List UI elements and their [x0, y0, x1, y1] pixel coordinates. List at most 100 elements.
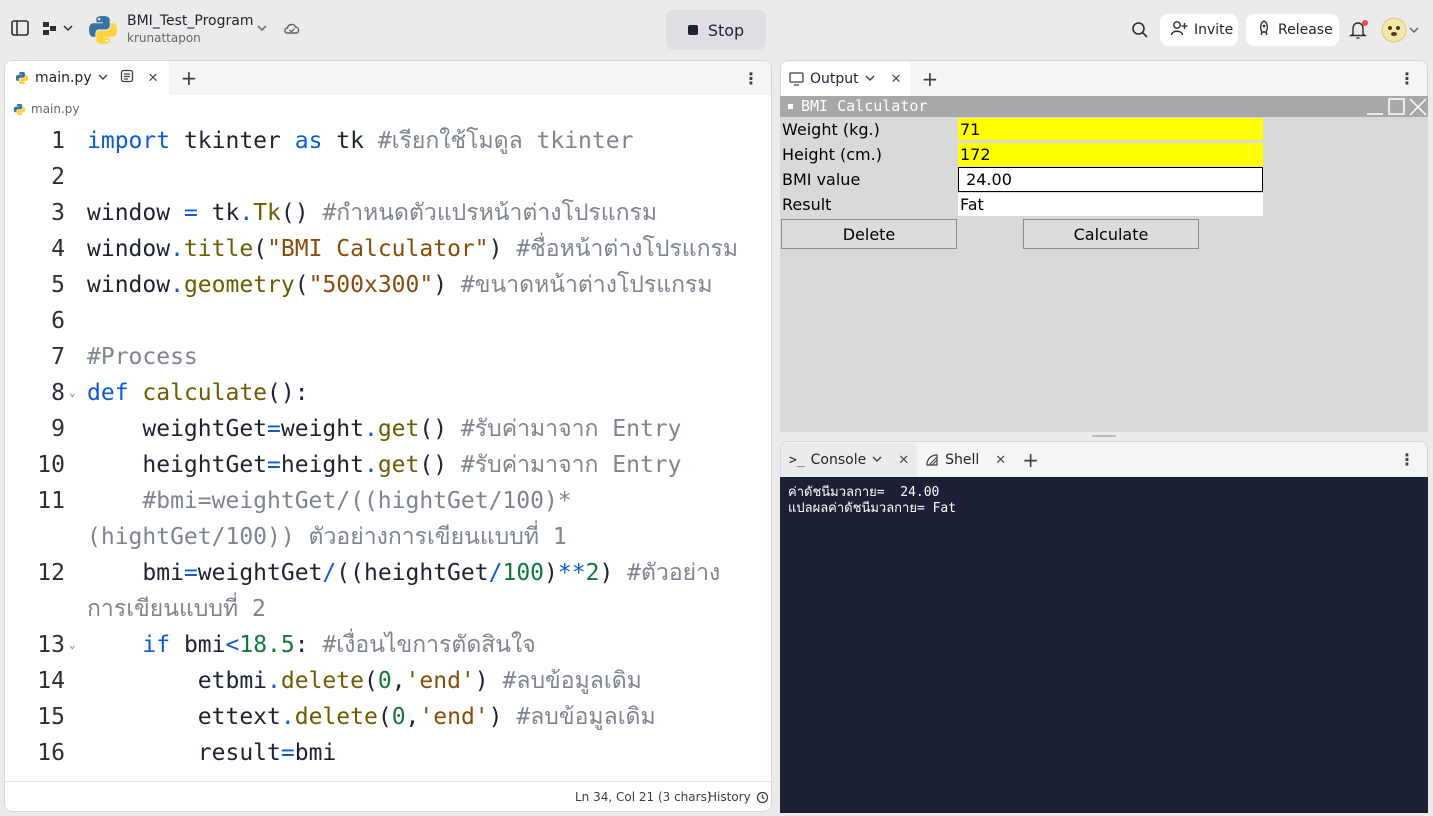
code-text: window.title("BMI Calculator") #ชื่อหน้า… [87, 236, 739, 262]
project-name[interactable]: BMI_Test_Program [127, 13, 253, 29]
release-button-label: Release [1278, 22, 1333, 38]
bmi-label: BMI value [782, 170, 861, 189]
close-icon[interactable]: ✕ [995, 453, 1006, 468]
line-number: 16 [37, 740, 65, 766]
tab-console[interactable]: >_ Console ✕ [781, 443, 918, 477]
code-text: (hightGet/100)) ตัวอย่างการเขียนแบบที่ 1 [87, 524, 567, 550]
bmi-entry[interactable]: 24.00 [958, 167, 1263, 192]
add-tab-icon[interactable]: + [181, 66, 198, 90]
chevron-down-icon[interactable] [98, 70, 108, 86]
line-number: 13 [37, 632, 65, 658]
line-number: 7 [51, 344, 65, 370]
stop-button[interactable]: Stop [666, 10, 766, 50]
cloud-sync-icon[interactable] [283, 20, 301, 41]
code-text: #bmi=weightGet/((hightGet/100)* [142, 488, 572, 514]
line-number: 3 [51, 200, 65, 226]
add-tab-icon[interactable]: + [922, 67, 939, 91]
history-button[interactable]: History [708, 790, 769, 804]
code-line[interactable]: 10 heightGet=height.get() #รับค่ามาจาก E… [5, 447, 771, 483]
bell-icon[interactable] [1348, 20, 1369, 45]
maximize-icon[interactable] [1388, 98, 1406, 120]
avatar[interactable] [1381, 17, 1421, 48]
window-menu-icon[interactable] [788, 104, 793, 109]
invite-button[interactable]: Invite [1160, 14, 1238, 46]
console-output[interactable]: ค่าดัชนีมวลกาย= 24.00 แปลผลค่าดัชนีมวลกา… [780, 477, 1428, 813]
project-owner[interactable]: krunattapon [127, 31, 201, 45]
code-line[interactable]: (hightGet/100)) ตัวอย่างการเขียนแบบที่ 1 [5, 519, 771, 555]
add-tab-icon[interactable]: + [1022, 448, 1039, 472]
history-icon [756, 791, 768, 803]
code-line[interactable]: 4 window.title("BMI Calculator") #ชื่อหน้… [5, 231, 771, 267]
release-button[interactable]: Release [1246, 14, 1339, 46]
code-line[interactable]: การเขียนแบบที่ 2 [5, 591, 771, 627]
code-line[interactable]: 7 #Process [5, 339, 771, 375]
stop-button-label: Stop [707, 20, 745, 40]
history-button-label: History [708, 790, 751, 804]
code-line[interactable]: 14 etbmi.delete(0,'end') #ลบข้อมูลเดิม [5, 663, 771, 699]
calculate-button[interactable]: Calculate [1023, 219, 1199, 249]
chevron-down-icon[interactable] [865, 71, 875, 87]
console-line: ค่าดัชนีมวลกาย= 24.00 [788, 485, 940, 500]
code-line[interactable]: 8 ⌄ def calculate(): [5, 375, 771, 411]
add-user-icon [1170, 20, 1188, 40]
close-icon[interactable]: ✕ [148, 71, 159, 86]
close-window-icon[interactable] [1409, 98, 1427, 120]
line-number: 10 [37, 452, 65, 478]
code-text: window.geometry("500x300") #ขนาดหน้าต่าง… [87, 272, 713, 298]
code-text: result=bmi [87, 740, 337, 766]
chevron-down-icon[interactable] [256, 20, 268, 41]
tab-main-py[interactable]: main.py ✕ [5, 61, 169, 95]
breadcrumb-file[interactable]: main.py [31, 102, 80, 116]
line-number: 11 [37, 488, 65, 514]
result-entry[interactable]: Fat [958, 193, 1263, 216]
more-options-icon[interactable]: ⋮ [1399, 69, 1415, 88]
code-line[interactable]: 9 weightGet=weight.get() #รับค่ามาจาก En… [5, 411, 771, 447]
stop-icon [687, 25, 698, 35]
code-line[interactable]: 2 [5, 159, 771, 195]
close-icon[interactable]: ✕ [898, 453, 909, 468]
line-number: 4 [51, 236, 65, 262]
tab-shell-label: Shell [945, 452, 980, 468]
code-text: ettext.delete(0,'end') #ลบข้อมูลเดิม [87, 704, 656, 730]
sidebar-toggle-icon[interactable] [11, 20, 29, 41]
code-line[interactable]: 16 result=bmi [5, 735, 771, 771]
workspace-menu-icon[interactable] [42, 20, 74, 41]
weight-label: Weight (kg.) [782, 120, 880, 139]
code-editor[interactable]: 1 import tkinter as tk #เรียกใช้โมดูล tki… [5, 123, 771, 811]
cursor-position[interactable]: Ln 34, Col 21 (3 chars) [575, 790, 712, 804]
code-line[interactable]: 15 ettext.delete(0,'end') #ลบข้อมูลเดิม [5, 699, 771, 735]
more-options-icon[interactable]: ⋮ [1399, 450, 1415, 469]
tab-main-py-label: main.py [35, 70, 92, 86]
delete-button[interactable]: Delete [781, 219, 957, 249]
document-icon[interactable] [120, 69, 134, 87]
tab-shell[interactable]: Shell ✕ [917, 443, 1014, 477]
editor-status-bar: Ln 34, Col 21 (3 chars) History [5, 781, 771, 811]
line-number: 15 [37, 704, 65, 730]
code-line[interactable]: 5 window.geometry("500x300") #ขนาดหน้าต่า… [5, 267, 771, 303]
fold-chevron-icon[interactable]: ⌄ [69, 627, 76, 663]
search-icon[interactable] [1131, 21, 1149, 44]
code-line[interactable]: 3 window = tk.Tk() #กำหนดตัวแปรหน้าต่างโป… [5, 195, 771, 231]
fold-chevron-icon[interactable]: ⌄ [69, 375, 76, 411]
code-line[interactable]: 12 bmi=weightGet/((heightGet/100)**2) #ต… [5, 555, 771, 591]
height-entry[interactable]: 172 [958, 143, 1263, 166]
code-text: etbmi.delete(0,'end') #ลบข้อมูลเดิม [87, 668, 642, 694]
minimize-icon[interactable] [1366, 101, 1384, 120]
console-tab-bar: >_ Console ✕ Shell ✕ + [781, 442, 1427, 478]
code-line[interactable]: 13 ⌄ if bmi<18.5: #เงื่อนไขการตัดสินใจ [5, 627, 771, 663]
shell-icon [926, 454, 938, 466]
tab-output[interactable]: Output ✕ [781, 62, 910, 96]
weight-entry[interactable]: 71 [958, 118, 1263, 141]
panel-splitter[interactable] [780, 432, 1428, 441]
editor-tab-bar: main.py ✕ + [5, 61, 771, 95]
line-number: 2 [51, 164, 65, 190]
code-text: if bmi<18.5: #เงื่อนไขการตัดสินใจ [142, 632, 536, 658]
close-icon[interactable]: ✕ [891, 72, 902, 87]
code-line[interactable]: 6 [5, 303, 771, 339]
tab-console-label: Console [810, 452, 867, 468]
code-line[interactable]: 11 #bmi=weightGet/((hightGet/100)* [5, 483, 771, 519]
tk-window-title-bar[interactable]: BMI Calculator [780, 96, 1428, 117]
chevron-down-icon[interactable] [872, 452, 882, 468]
code-line[interactable]: 1 import tkinter as tk #เรียกใช้โมดูล tki… [5, 123, 771, 159]
more-options-icon[interactable]: ⋮ [743, 69, 759, 88]
